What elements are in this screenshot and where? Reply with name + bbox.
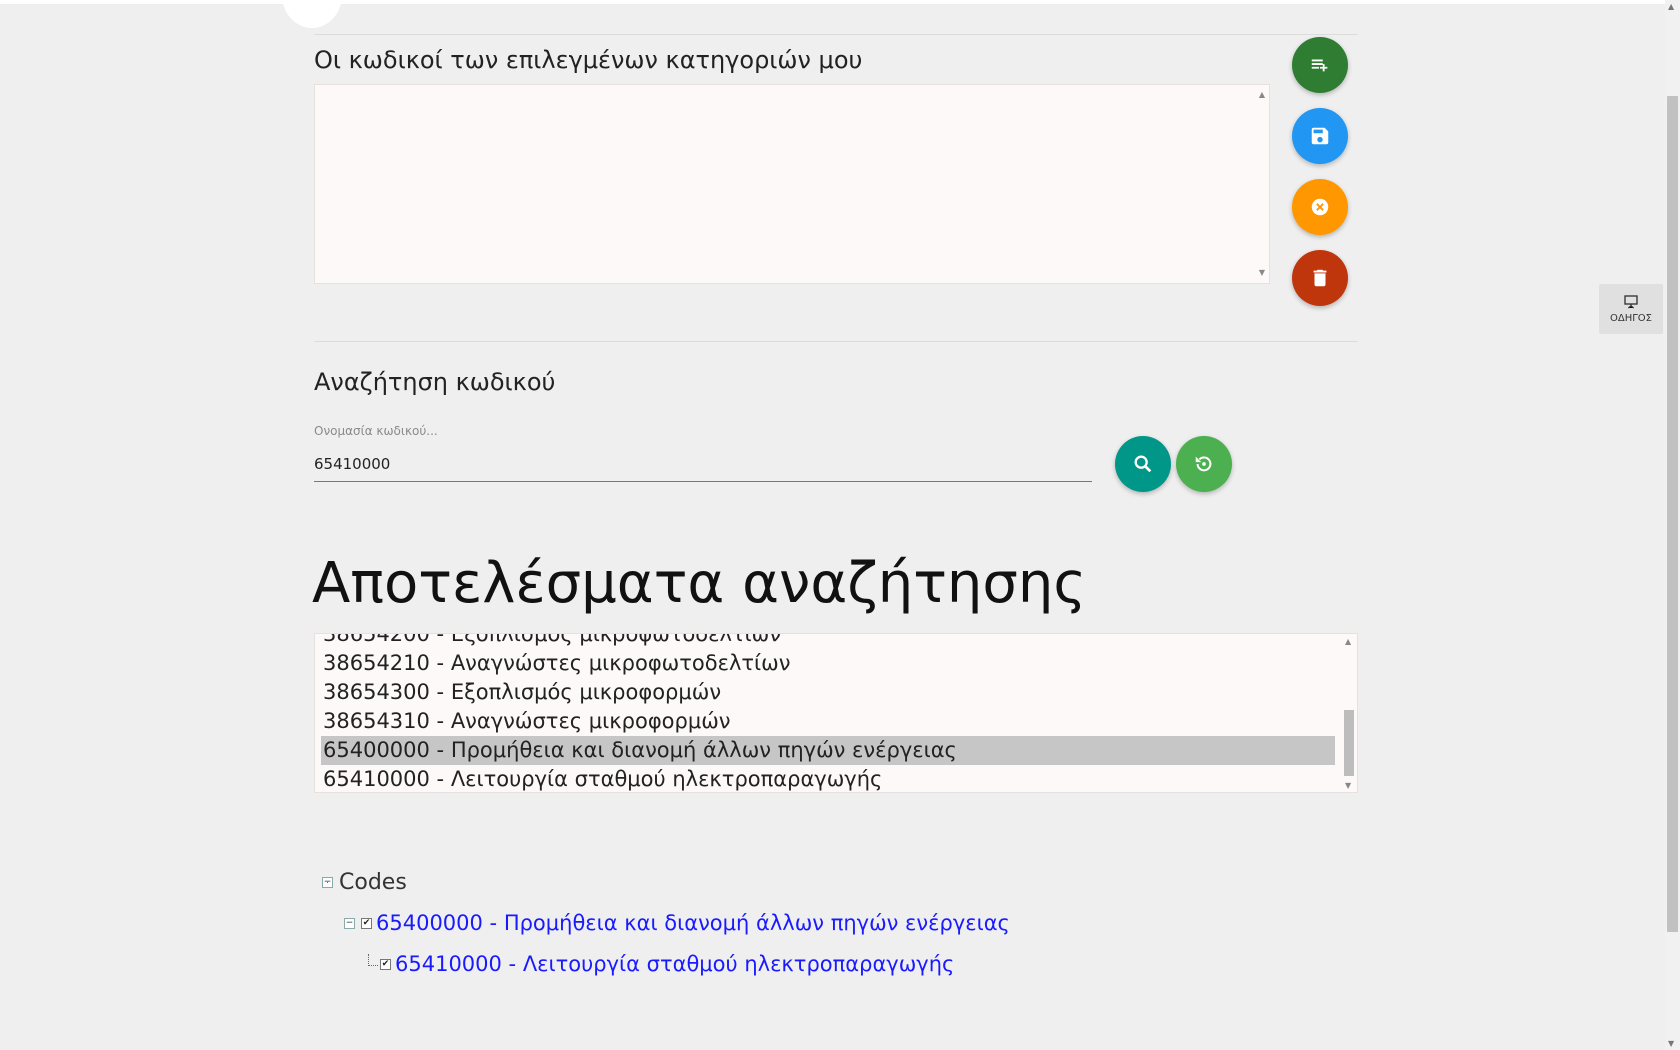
delete-button[interactable] — [1292, 250, 1348, 306]
results-listbox[interactable]: 38654200 - Εξοπλισμός μικροφωτοδελτίων 38… — [314, 633, 1358, 793]
result-item[interactable]: 38654200 - Εξοπλισμός μικροφωτοδελτίων — [321, 634, 1335, 649]
tree-connector — [327, 882, 328, 883]
tree-node-parent: − ✔ 65400000 - Προμήθεια και διανομή άλλ… — [344, 911, 1010, 935]
avatar — [282, 0, 342, 28]
cancel-button[interactable] — [1292, 179, 1348, 235]
results-list: 38654200 - Εξοπλισμός μικροφωτοδελτίων 38… — [321, 634, 1335, 792]
page-scrollbar[interactable]: ▲ ▼ — [1665, 0, 1680, 1050]
presentation-icon — [1624, 295, 1638, 309]
search-field-label: Ονομασία κωδικού... — [314, 424, 438, 438]
codes-scroll-down-icon[interactable]: ▼ — [1259, 269, 1265, 277]
save-icon — [1311, 127, 1329, 145]
page-scroll-down-icon[interactable]: ▼ — [1668, 1039, 1674, 1048]
guide-label: ΟΔΗΓΟΣ — [1610, 313, 1652, 324]
tree-node-checkbox[interactable]: ✔ — [361, 917, 372, 929]
playlist-add-icon — [1311, 59, 1328, 72]
tree-root-label: Codes — [339, 870, 407, 895]
result-item[interactable]: 65410000 - Λειτουργία σταθμού ηλεκτροπαρ… — [321, 765, 1335, 792]
reset-button[interactable] — [1176, 436, 1232, 492]
tree-node-collapse-icon[interactable]: − — [344, 917, 355, 929]
results-title: Αποτελέσματα αναζήτησης — [312, 551, 1087, 616]
search-title: Αναζήτηση κωδικού — [314, 368, 556, 396]
search-input[interactable] — [314, 446, 1092, 482]
tree-node-child: ✔ 65410000 - Λειτουργία σταθμού ηλεκτροπ… — [380, 952, 954, 976]
my-codes-textarea[interactable]: ▲ ▼ — [314, 84, 1270, 284]
top-divider — [314, 34, 1358, 35]
tree-connector-child — [368, 954, 378, 966]
tree-root: − Codes — [322, 870, 407, 895]
result-item[interactable]: 38654210 - Αναγνώστες μικροφωτοδελτίων — [321, 649, 1335, 678]
result-item[interactable]: 38654300 - Εξοπλισμός μικροφορμών — [321, 678, 1335, 707]
results-scroll-down-icon[interactable]: ▼ — [1345, 782, 1351, 790]
result-item[interactable]: 38654310 - Αναγνώστες μικροφορμών — [321, 707, 1335, 736]
tree-node-link[interactable]: 65400000 - Προμήθεια και διανομή άλλων π… — [376, 911, 1010, 935]
top-bar — [0, 0, 1665, 4]
results-scroll-thumb[interactable] — [1344, 710, 1354, 776]
search-button[interactable] — [1115, 436, 1171, 492]
guide-button[interactable]: ΟΔΗΓΟΣ — [1599, 284, 1663, 334]
result-item[interactable]: 65400000 - Προμήθεια και διανομή άλλων π… — [321, 736, 1335, 765]
search-icon — [1134, 455, 1152, 473]
page-scroll-up-icon[interactable]: ▲ — [1668, 2, 1674, 11]
tree-child-checkbox[interactable]: ✔ — [380, 958, 391, 970]
results-scrollbar[interactable]: ▲ ▼ — [1341, 634, 1357, 792]
cancel-icon — [1311, 198, 1329, 216]
delete-icon — [1313, 269, 1327, 287]
codes-scroll-up-icon[interactable]: ▲ — [1259, 91, 1265, 99]
save-button[interactable] — [1292, 108, 1348, 164]
my-codes-title: Οι κωδικοί των επιλεγμένων κατηγοριών μο… — [314, 46, 863, 74]
middle-divider — [314, 341, 1358, 342]
page-scroll-thumb[interactable] — [1667, 96, 1678, 932]
tree-child-link[interactable]: 65410000 - Λειτουργία σταθμού ηλεκτροπαρ… — [395, 952, 954, 976]
results-scroll-up-icon[interactable]: ▲ — [1345, 638, 1351, 646]
add-code-button[interactable] — [1292, 37, 1348, 93]
restore-icon — [1195, 456, 1212, 472]
